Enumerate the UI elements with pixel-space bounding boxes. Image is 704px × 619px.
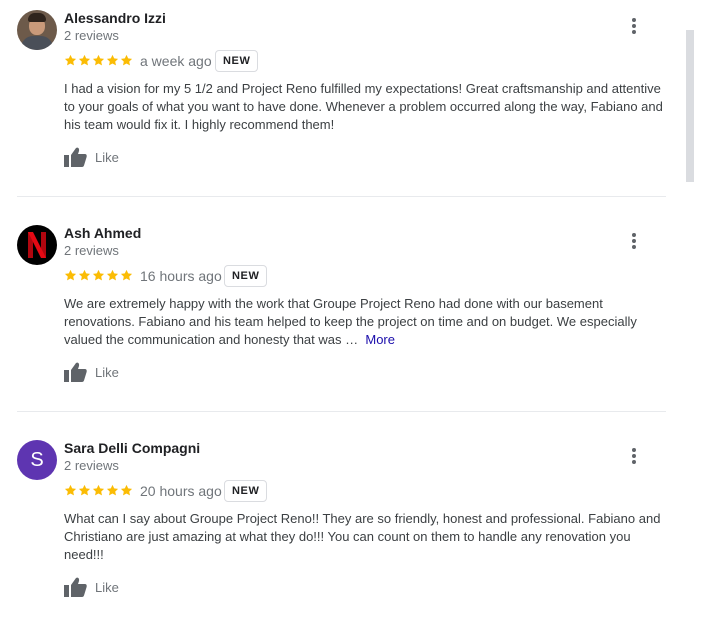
star-icon	[92, 269, 105, 281]
star-icon	[120, 484, 133, 496]
new-badge: NEW	[224, 480, 268, 502]
divider	[17, 411, 666, 412]
like-label: Like	[95, 579, 119, 595]
scrollbar[interactable]	[686, 30, 694, 182]
more-vert-icon[interactable]	[628, 448, 640, 466]
review-time: 16 hours ago	[140, 268, 222, 284]
star-icon	[92, 54, 105, 66]
more-vert-icon[interactable]	[628, 233, 640, 251]
star-icon	[92, 484, 105, 496]
review-time: 20 hours ago	[140, 483, 222, 499]
review-text: What can I say about Groupe Project Reno…	[64, 511, 661, 562]
like-label: Like	[95, 149, 119, 165]
netflix-logo	[28, 232, 46, 258]
review-card: Alessandro Izzi 2 reviews a week ago NEW…	[0, 10, 666, 190]
review-text: I had a vision for my 5 1/2 and Project …	[64, 81, 663, 132]
star-icon	[64, 484, 77, 496]
reviewer-name[interactable]: Alessandro Izzi	[64, 10, 166, 26]
reviewer-avatar[interactable]: S	[17, 440, 57, 480]
star-icon	[120, 269, 133, 281]
like-label: Like	[95, 364, 119, 380]
reviewer-review-count[interactable]: 2 reviews	[64, 458, 119, 474]
star-icon	[106, 54, 119, 66]
reviewer-review-count[interactable]: 2 reviews	[64, 243, 119, 259]
star-icon	[78, 484, 91, 496]
new-badge: NEW	[224, 265, 268, 287]
more-link[interactable]: More	[365, 332, 395, 347]
star-icon	[78, 269, 91, 281]
review-card: Ash Ahmed 2 reviews 16 hours ago NEW We …	[0, 225, 666, 405]
reviewer-avatar[interactable]	[17, 225, 57, 265]
star-icon	[64, 269, 77, 281]
thumbs-up-icon	[64, 577, 87, 597]
reviewer-avatar[interactable]	[17, 10, 57, 50]
like-button[interactable]: Like	[64, 146, 119, 168]
review-card: S Sara Delli Compagni 2 reviews 20 hours…	[0, 440, 666, 610]
thumbs-up-icon	[64, 147, 87, 167]
star-rating	[64, 269, 133, 283]
reviewer-review-count[interactable]: 2 reviews	[64, 28, 119, 44]
divider	[17, 196, 666, 197]
more-vert-icon[interactable]	[628, 18, 640, 36]
star-icon	[106, 269, 119, 281]
reviewer-name[interactable]: Ash Ahmed	[64, 225, 141, 241]
thumbs-up-icon	[64, 362, 87, 382]
like-button[interactable]: Like	[64, 361, 119, 383]
like-button[interactable]: Like	[64, 576, 119, 598]
reviewer-name[interactable]: Sara Delli Compagni	[64, 440, 200, 456]
star-rating	[64, 54, 133, 68]
review-time: a week ago	[140, 53, 212, 69]
star-icon	[106, 484, 119, 496]
new-badge: NEW	[215, 50, 259, 72]
star-icon	[120, 54, 133, 66]
review-text: We are extremely happy with the work tha…	[64, 296, 637, 347]
star-icon	[64, 54, 77, 66]
star-rating	[64, 484, 133, 498]
star-icon	[78, 54, 91, 66]
